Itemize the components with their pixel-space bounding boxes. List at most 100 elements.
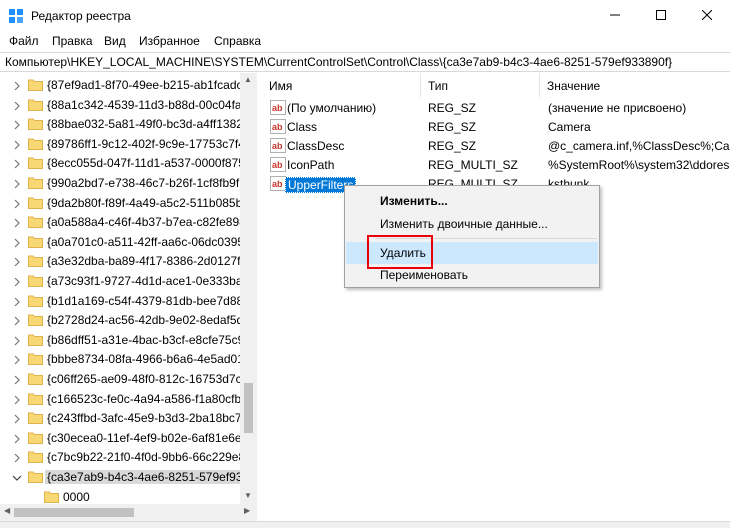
chevron-right-icon[interactable] (12, 80, 22, 91)
tree-item[interactable]: {c7bc9b22-21f0-4f0d-9bb6-66c229e8 (0, 448, 245, 467)
menu-bar: Файл Правка Вид Избранное Справка (0, 31, 730, 52)
menu-help[interactable]: Справка (214, 34, 261, 48)
close-button[interactable] (684, 0, 730, 31)
column-value[interactable]: Значение (540, 73, 730, 97)
value-type: REG_SZ (428, 120, 477, 134)
chevron-right-icon[interactable] (12, 178, 22, 189)
tree-item[interactable]: {c30ecea0-11ef-4ef9-b02e-6af81e6e6 (0, 429, 248, 448)
column-type[interactable]: Тип (421, 73, 540, 97)
tree-item[interactable]: {990a2bd7-e738-46c7-b26f-1cf8fb9f1 (0, 174, 246, 193)
scroll-up-icon[interactable]: ▲ (244, 75, 252, 84)
folder-icon (28, 176, 43, 189)
folder-icon (28, 411, 43, 425)
tree-item[interactable]: {c06ff265-ae09-48f0-812c-16753d7cb (0, 370, 248, 389)
address-path[interactable]: Компьютер\HKEY_LOCAL_MACHINE\SYSTEM\Curr… (5, 55, 672, 69)
menu-item-modify[interactable]: Изменить... (346, 190, 598, 212)
chevron-right-icon[interactable] (12, 237, 22, 248)
chevron-right-icon[interactable] (12, 433, 22, 444)
tree-horizontal-scrollbar[interactable]: ◀ ▶ (0, 504, 257, 521)
chevron-right-icon[interactable] (12, 158, 22, 169)
tree-item[interactable]: {a0a588a4-c46f-4b37-b7ea-c82fe8987 (0, 213, 253, 232)
chevron-right-icon[interactable] (12, 394, 22, 405)
address-bar[interactable]: Компьютер\HKEY_LOCAL_MACHINE\SYSTEM\Curr… (0, 52, 730, 72)
key-tree[interactable]: {87ef9ad1-8f70-49ee-b215-ab1fcadcb {88a1c… (0, 73, 257, 504)
chevron-right-icon[interactable] (12, 296, 22, 307)
value-row[interactable]: ab (По умолчанию) REG_SZ (значение не присв… (262, 98, 730, 117)
tree-item-label: 0000 (63, 489, 90, 504)
svg-text:ab: ab (272, 179, 283, 189)
chevron-right-icon[interactable] (12, 198, 22, 209)
chevron-right-icon[interactable] (12, 354, 22, 365)
menu-file[interactable]: Файл (9, 34, 39, 48)
menu-edit[interactable]: Правка (52, 34, 93, 48)
folder-icon (28, 274, 43, 287)
menu-favorites[interactable]: Избранное (139, 34, 200, 48)
registry-editor-icon (9, 9, 23, 23)
menu-view[interactable]: Вид (104, 34, 126, 48)
string-value-icon: ab (270, 176, 286, 191)
value-row[interactable]: ab Class REG_SZ Camera (262, 117, 730, 136)
value-name: (По умолчанию) (287, 101, 377, 115)
tree-item[interactable]: {b2728d24-ac56-42db-9e02-8edaf5dl (0, 311, 246, 330)
tree-item-label: {b2728d24-ac56-42db-9e02-8edaf5dl (47, 313, 246, 328)
tree-item[interactable]: {c243ffbd-3afc-45e9-b3d3-2ba18bc7 (0, 409, 242, 428)
tree-item[interactable]: {a3e32dba-ba89-4f17-8386-2d0127fb (0, 252, 247, 271)
tree-item-label: {87ef9ad1-8f70-49ee-b215-ab1fcadcb (47, 78, 250, 92)
tree-item[interactable]: {9da2b80f-f89f-4a49-a5c2-511b085b9 (0, 194, 249, 213)
chevron-right-icon[interactable] (12, 374, 22, 385)
title-bar: Редактор реестра (0, 0, 730, 31)
chevron-right-icon[interactable] (12, 119, 22, 130)
tree-item[interactable]: {b1d1a169-c54f-4379-81db-bee7d88c (0, 292, 249, 311)
tree-vertical-scrollbar[interactable]: ▲ ▼ (240, 73, 257, 504)
scroll-thumb[interactable] (244, 383, 253, 433)
value-data: @c_camera.inf,%ClassDesc%;Cam (548, 139, 730, 153)
chevron-right-icon[interactable] (12, 100, 22, 111)
tree-item-label: {bbbe8734-08fa-4966-b6a6-4e5ad010 (47, 352, 251, 367)
chevron-right-icon[interactable] (12, 217, 22, 228)
tree-item[interactable]: {8ecc055d-047f-11d1-a537-0000f8753 (0, 154, 252, 173)
maximize-button[interactable] (638, 0, 684, 31)
scroll-down-icon[interactable]: ▼ (244, 491, 252, 500)
svg-text:ab: ab (272, 141, 283, 151)
minimize-button[interactable] (592, 0, 638, 31)
tree-item-label: {c06ff265-ae09-48f0-812c-16753d7cb (47, 372, 249, 386)
chevron-right-icon[interactable] (12, 413, 22, 424)
tree-item-label: {c30ecea0-11ef-4ef9-b02e-6af81e6e6 (47, 430, 249, 445)
chevron-down-icon[interactable] (12, 472, 22, 482)
value-type: REG_SZ (428, 101, 477, 115)
scroll-left-icon[interactable]: ◀ (4, 506, 10, 515)
chevron-right-icon[interactable] (12, 452, 22, 463)
tree-item[interactable]: {89786ff1-9c12-402f-9c9e-17753c7f4 (0, 135, 245, 154)
tree-item[interactable]: {c166523c-fe0c-4a94-a586-f1a80cfbb (0, 390, 248, 409)
tree-item[interactable]: {88bae032-5a81-49f0-bc3d-a4ff13821 (0, 115, 250, 134)
column-name[interactable]: Имя (262, 73, 421, 97)
tree-item[interactable]: {bbbe8734-08fa-4966-b6a6-4e5ad010 (0, 350, 251, 369)
tree-item-label: {88a1c342-4539-11d3-b88d-00c04fad (47, 97, 249, 112)
tree-item[interactable]: {ca3e7ab9-b4c3-4ae6-8251-579ef933 (0, 468, 252, 487)
chevron-right-icon[interactable] (12, 256, 22, 267)
folder-icon (28, 137, 43, 150)
tree-item[interactable]: {87ef9ad1-8f70-49ee-b215-ab1fcadcb (0, 76, 249, 95)
value-type: REG_MULTI_SZ (428, 158, 518, 172)
chevron-right-icon[interactable] (12, 315, 22, 326)
chevron-right-icon[interactable] (12, 335, 22, 346)
tree-item-label: {ca3e7ab9-b4c3-4ae6-8251-579ef933 (45, 470, 252, 484)
tree-child-item[interactable]: 0000 (0, 488, 240, 504)
tree-item[interactable]: {a0a701c0-a511-42ff-aa6c-06dc03955 (0, 233, 251, 252)
delete-highlight-box (367, 235, 433, 269)
tree-item[interactable]: {a73c93f1-9727-4d1d-ace1-0e333ba4 (0, 272, 249, 291)
chevron-right-icon[interactable] (12, 139, 22, 150)
scroll-right-icon[interactable]: ▶ (244, 506, 250, 515)
status-bar (0, 521, 730, 528)
menu-item-modify-binary[interactable]: Изменить двоичные данные... (346, 213, 598, 235)
value-row[interactable]: ab IconPath REG_MULTI_SZ %SystemRoot%\syste… (262, 155, 730, 174)
tree-item[interactable]: {88a1c342-4539-11d3-b88d-00c04fad (0, 96, 248, 115)
tree-item-label: {89786ff1-9c12-402f-9c9e-17753c7f4 (47, 136, 245, 151)
folder-icon (28, 450, 43, 464)
folder-icon (28, 313, 43, 327)
values-list[interactable]: Имя Тип Значение ab (По умолчанию) REG_SZ (… (262, 73, 730, 521)
value-row[interactable]: ab ClassDesc REG_SZ @c_camera.inf,%ClassDes… (262, 136, 730, 155)
scroll-thumb-horizontal[interactable] (14, 508, 134, 517)
chevron-right-icon[interactable] (12, 276, 22, 287)
tree-item[interactable]: {b86dff51-a31e-4bac-b3cf-e8cfe75c9 (0, 331, 244, 350)
